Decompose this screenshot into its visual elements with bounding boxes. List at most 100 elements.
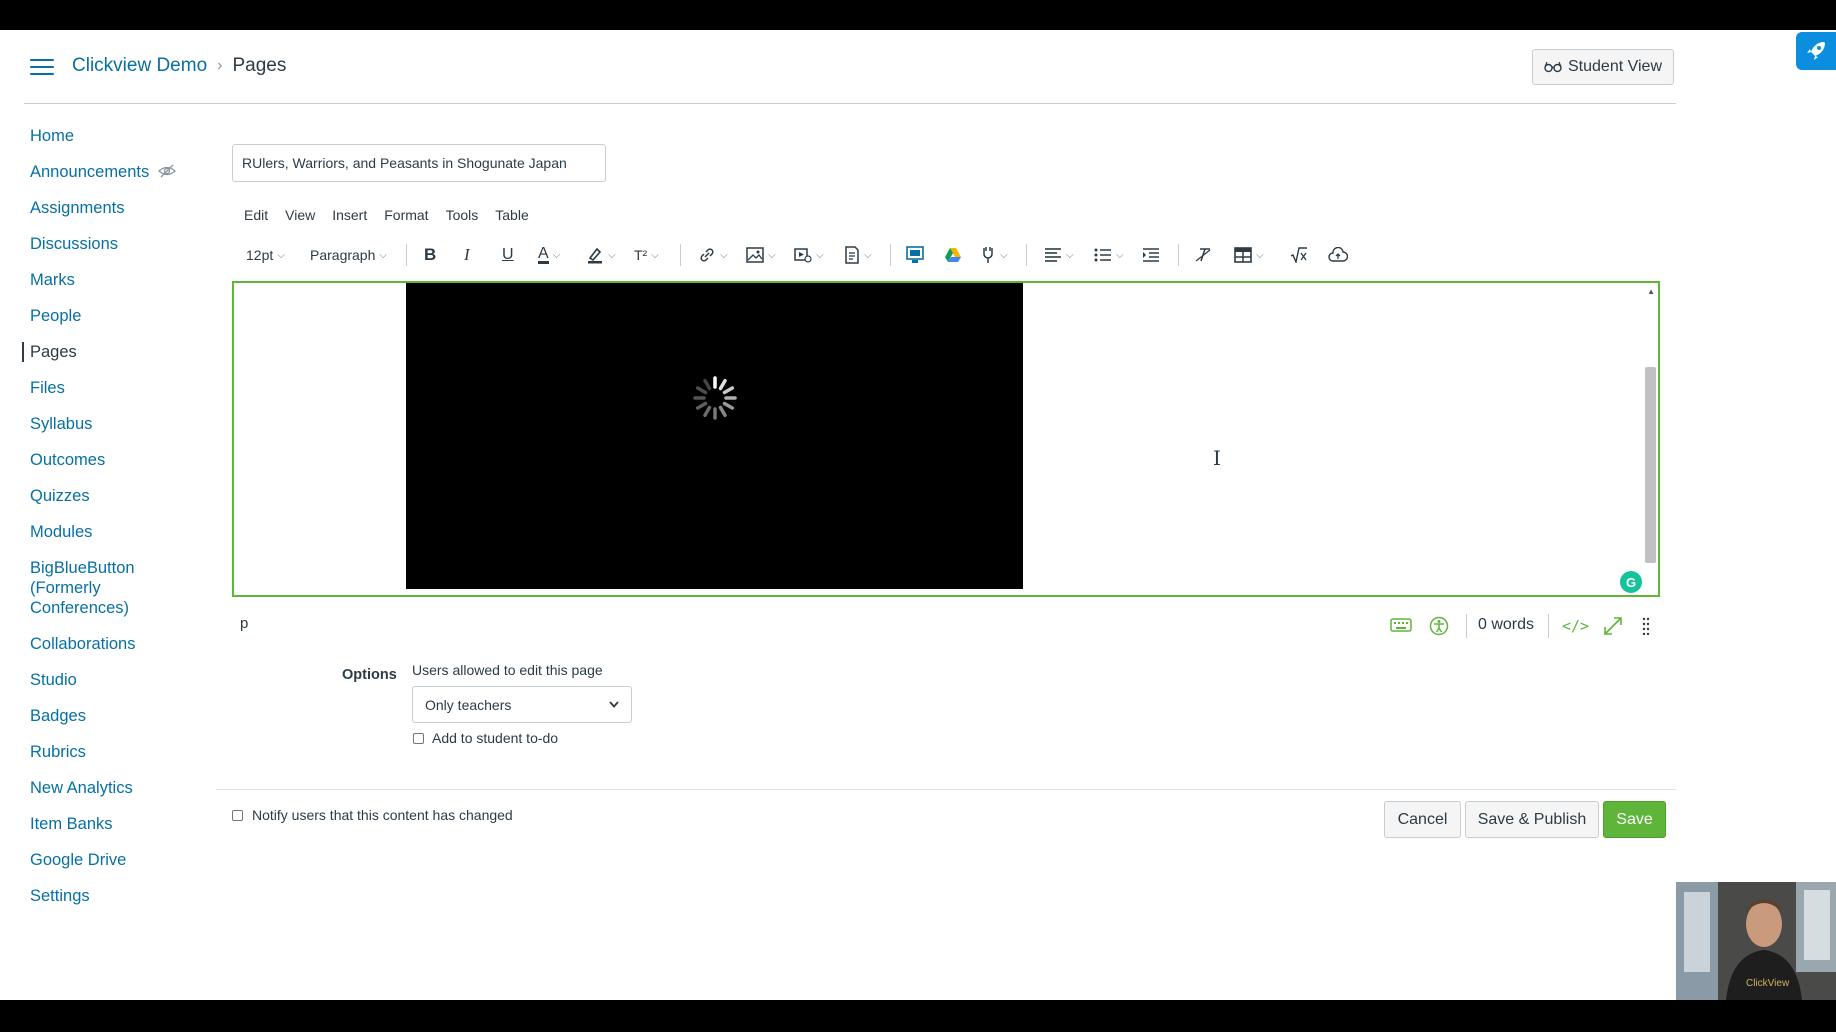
media-icon[interactable]: ⌵ <box>794 240 824 270</box>
student-view-button[interactable]: Student View <box>1532 49 1674 85</box>
bold-icon[interactable]: B <box>424 240 436 270</box>
options-label: Options <box>342 667 397 683</box>
top-black-bar <box>0 0 1836 30</box>
document-icon[interactable]: ⌵ <box>844 240 872 270</box>
google-drive-icon[interactable] <box>944 240 962 270</box>
edit-permissions-label: Users allowed to edit this page <box>412 662 603 678</box>
sidebar-item-modules[interactable]: Modules <box>24 522 204 542</box>
grammarly-icon[interactable]: G <box>1620 571 1642 593</box>
clear-formatting-icon[interactable] <box>1194 240 1212 270</box>
student-todo-label: Add to student to-do <box>432 730 559 746</box>
sidebar-item-marks[interactable]: Marks <box>24 270 204 290</box>
eye-slash-icon <box>158 164 176 178</box>
sidebar-item-label: Announcements <box>30 163 150 181</box>
course-navigation: Home Announcements Assignments Discussio… <box>22 126 204 906</box>
save-button[interactable]: Save <box>1603 801 1666 838</box>
sidebar-item-people[interactable]: People <box>24 306 204 326</box>
element-path: p <box>240 615 249 632</box>
math-equation-icon[interactable] <box>1290 240 1308 270</box>
breadcrumb-course-link[interactable]: Clickview Demo <box>72 55 207 77</box>
underline-icon[interactable]: U <box>502 240 514 270</box>
image-icon[interactable]: ⌵ <box>746 240 776 270</box>
sidebar-item-outcomes[interactable]: Outcomes <box>24 450 204 470</box>
text-color-icon[interactable]: A ⌵ <box>538 240 560 270</box>
sidebar-item-home[interactable]: Home <box>24 126 204 146</box>
presenter-video-image: ClickView <box>1676 882 1836 1000</box>
breadcrumb-current: Pages <box>232 55 287 76</box>
sidebar-item-settings[interactable]: Settings <box>24 886 204 906</box>
chevron-down-icon: ⌵ <box>277 249 285 261</box>
toolbar-divider <box>680 244 681 266</box>
block-format-dropdown[interactable]: Paragraph ⌵ <box>310 240 387 270</box>
menu-insert[interactable]: Insert <box>332 207 367 223</box>
font-size-value: 12pt <box>246 247 274 263</box>
bottom-black-bar <box>0 1000 1836 1032</box>
student-todo-checkbox[interactable] <box>413 733 424 744</box>
table-icon[interactable]: ⌵ <box>1234 240 1264 270</box>
rich-content-editor[interactable]: ▲ G <box>232 281 1660 597</box>
indent-icon[interactable] <box>1142 240 1160 270</box>
menu-view[interactable]: View <box>285 207 315 223</box>
sidebar-item-discussions[interactable]: Discussions <box>24 234 204 254</box>
menu-table[interactable]: Table <box>495 207 528 223</box>
sidebar-item-badges[interactable]: Badges <box>24 706 204 726</box>
sidebar-item-pages[interactable]: Pages <box>22 342 204 362</box>
sidebar-item-files[interactable]: Files <box>24 378 204 398</box>
save-publish-button[interactable]: Save & Publish <box>1465 801 1599 838</box>
clickview-icon[interactable] <box>906 240 924 270</box>
toolbar-divider <box>1178 244 1179 266</box>
html-editor-toggle-icon[interactable]: </> <box>1562 617 1589 635</box>
scroll-up-arrow-icon[interactable]: ▲ <box>1647 287 1655 296</box>
italic-icon[interactable]: I <box>464 240 470 270</box>
font-size-dropdown[interactable]: 12pt ⌵ <box>246 240 285 270</box>
word-count[interactable]: 0 words <box>1478 616 1534 634</box>
keyboard-shortcuts-icon[interactable] <box>1390 617 1412 633</box>
svg-text:ClickView: ClickView <box>1746 978 1790 989</box>
sidebar-item-announcements[interactable]: Announcements <box>24 162 204 182</box>
cloud-upload-icon[interactable] <box>1328 240 1348 270</box>
student-view-label: Student View <box>1568 58 1662 75</box>
sidebar-item-new-analytics[interactable]: New Analytics <box>24 778 204 798</box>
chevron-down-icon <box>609 701 619 708</box>
sidebar-item-syllabus[interactable]: Syllabus <box>24 414 204 434</box>
bullet-list-icon[interactable]: ⌵ <box>1094 240 1124 270</box>
highlight-color-icon[interactable]: ⌵ <box>586 240 616 270</box>
page-title-input[interactable] <box>232 144 606 182</box>
status-divider <box>1466 614 1467 638</box>
accessibility-checker-icon[interactable] <box>1429 616 1449 636</box>
toolbar-divider <box>1026 244 1027 266</box>
menu-format[interactable]: Format <box>384 207 428 223</box>
editor-toolbar: 12pt ⌵ Paragraph ⌵ B I U A ⌵ ⌵ T² ⌵ ⌵ ⌵ ⌵ ⌵ … <box>240 240 1360 270</box>
cancel-button[interactable]: Cancel <box>1384 801 1461 838</box>
sidebar-item-bigbluebutton[interactable]: BigBlueButton (Formerly Conferences) <box>24 558 140 618</box>
sidebar-item-quizzes[interactable]: Quizzes <box>24 486 204 506</box>
sidebar-item-rubrics[interactable]: Rubrics <box>24 742 204 762</box>
footer-divider <box>216 789 1676 790</box>
plugin-icon[interactable]: ⌵ <box>980 240 1008 270</box>
header-divider <box>24 103 1676 104</box>
sidebar-item-google-drive[interactable]: Google Drive <box>24 850 204 870</box>
menu-tools[interactable]: Tools <box>446 207 479 223</box>
sidebar-item-studio[interactable]: Studio <box>24 670 204 690</box>
embedded-video[interactable] <box>406 283 1023 589</box>
notify-users-checkbox[interactable] <box>232 810 243 821</box>
fullscreen-icon[interactable] <box>1603 616 1623 636</box>
resize-handle-icon[interactable] <box>1642 617 1650 635</box>
notify-users-label: Notify users that this content has chang… <box>252 807 513 823</box>
link-icon[interactable]: ⌵ <box>698 240 728 270</box>
chevron-right-icon: › <box>217 57 223 74</box>
superscript-icon[interactable]: T² ⌵ <box>634 240 659 270</box>
scrollbar-thumb[interactable] <box>1645 367 1656 563</box>
rocket-icon[interactable] <box>1796 32 1836 70</box>
hamburger-menu-icon[interactable] <box>30 58 54 76</box>
sidebar-item-collaborations[interactable]: Collaborations <box>24 634 204 654</box>
breadcrumb: Clickview Demo › Pages <box>72 55 286 77</box>
sidebar-item-assignments[interactable]: Assignments <box>24 198 204 218</box>
text-cursor-icon: I <box>1213 446 1221 470</box>
align-icon[interactable]: ⌵ <box>1044 240 1074 270</box>
menu-edit[interactable]: Edit <box>244 207 268 223</box>
sidebar-item-item-banks[interactable]: Item Banks <box>24 814 204 834</box>
edit-permissions-value: Only teachers <box>425 696 512 713</box>
edit-permissions-select[interactable]: Only teachers <box>412 686 632 723</box>
status-divider <box>1548 614 1549 638</box>
